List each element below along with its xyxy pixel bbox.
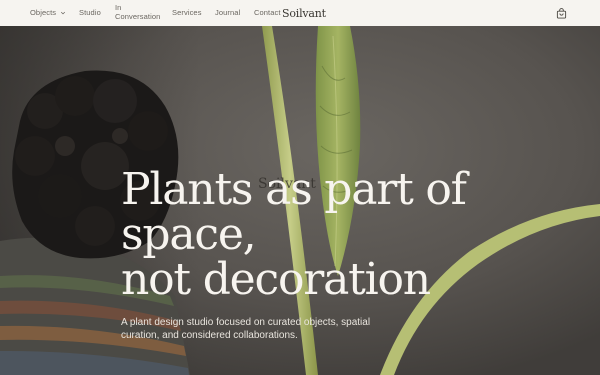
nav-services[interactable]: Services <box>172 8 202 18</box>
nav-in-conversation-line2: Conversation <box>115 11 161 21</box>
nav-journal[interactable]: Journal <box>215 8 240 18</box>
hero-headline-line1: Plants as part of <box>121 164 467 215</box>
nav-in-conversation[interactable]: In Conversation <box>115 3 165 21</box>
hero-subtitle: A plant design studio focused on curated… <box>121 317 371 341</box>
shopping-bag-icon[interactable] <box>556 8 567 19</box>
hero-headline: Plants as part of space, not decoration <box>121 167 481 302</box>
nav-objects-label: Objects <box>30 8 57 17</box>
nav-contact[interactable]: Contact <box>254 8 281 18</box>
site-header: Objects Studio In Conversation Services … <box>0 0 600 26</box>
nav-studio[interactable]: Studio <box>79 8 101 18</box>
nav-objects[interactable]: Objects <box>30 8 66 18</box>
hero-headline-line2: space, <box>121 209 257 260</box>
brand-logo[interactable]: Soilvant <box>282 7 326 20</box>
chevron-down-icon <box>61 11 66 15</box>
hero-headline-line3: not decoration <box>121 254 431 305</box>
hero-section: Soilvant Plants as part of space, not de… <box>0 26 600 375</box>
